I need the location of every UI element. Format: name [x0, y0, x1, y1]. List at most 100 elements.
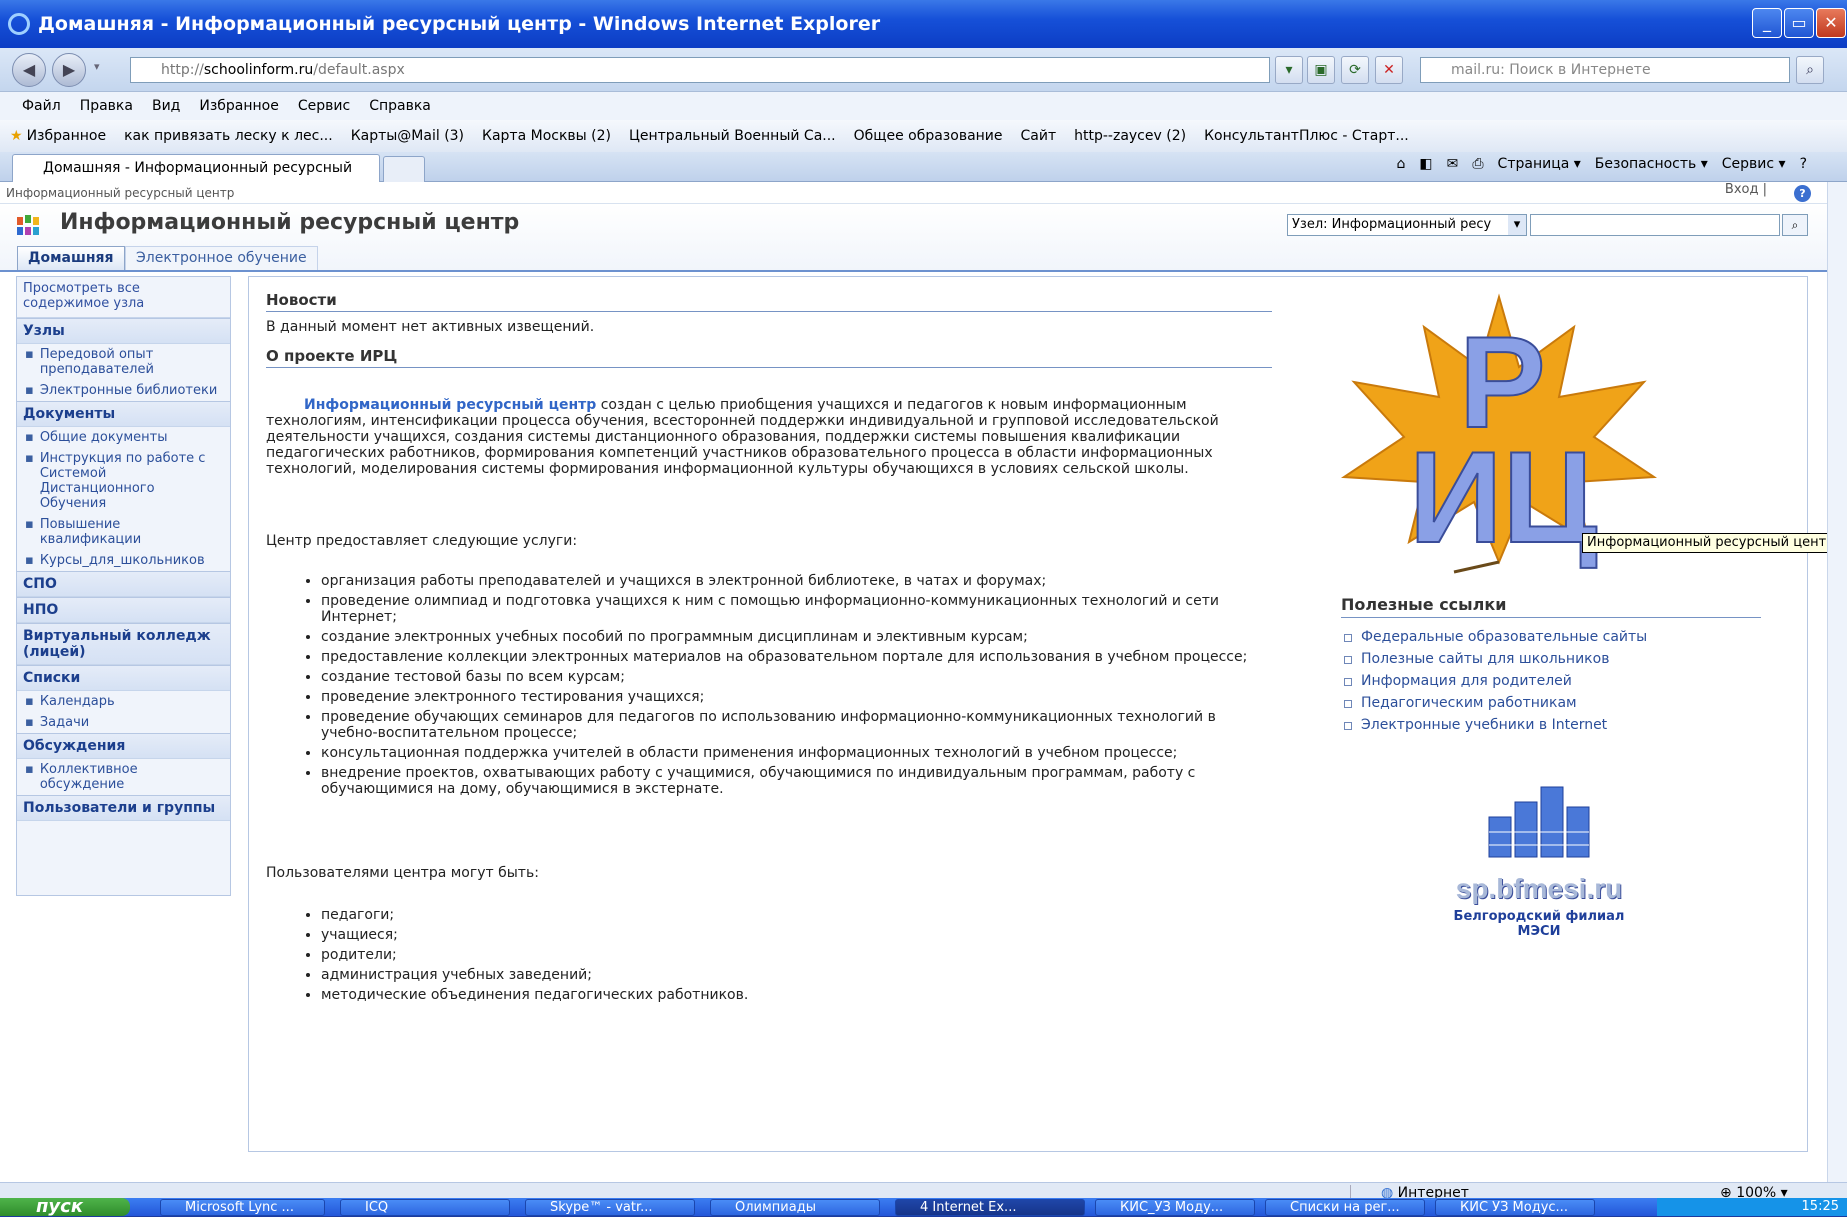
list-item: проведение электронного тестирования уча… [321, 689, 1266, 705]
taskbar-item[interactable]: КИС_УЗ Моду... [1095, 1199, 1255, 1216]
help-icon[interactable]: ? [1794, 185, 1811, 202]
ql-header-users-groups[interactable]: Пользователи и группы [17, 795, 230, 821]
about-paragraph: Информационный ресурсный центр создан с … [266, 397, 1276, 477]
favorites-button[interactable]: Избранное [27, 128, 107, 144]
maximize-button[interactable]: ▭ [1784, 8, 1814, 38]
view-all-content-link[interactable]: Просмотреть все содержимое узла [17, 277, 230, 318]
useful-links-heading: Полезные ссылки [1341, 595, 1761, 618]
ql-header-npo[interactable]: НПО [17, 597, 230, 623]
command-security[interactable]: Безопасность ▾ [1595, 156, 1708, 172]
menu-favorites[interactable]: Избранное [199, 98, 279, 114]
ql-header-virtual-college[interactable]: Виртуальный колледж (лицей) [17, 623, 230, 665]
tab-bar: Домашняя - Информационный ресурсный цент… [0, 152, 1847, 202]
ql-header-sites[interactable]: Узлы [17, 318, 230, 344]
search-icon[interactable]: ⌕ [1796, 56, 1824, 84]
start-button[interactable]: пуск [0, 1198, 130, 1216]
menu-view[interactable]: Вид [152, 98, 180, 114]
fav-item-1[interactable]: Карты@Mail (3) [351, 128, 464, 144]
main-content: Новости В данный момент нет активных изв… [248, 276, 1847, 1152]
breadcrumb[interactable]: Информационный ресурсный центр [0, 182, 1827, 204]
useful-link[interactable]: Федеральные образовательные сайты [1341, 626, 1761, 648]
site-search-input[interactable] [1530, 214, 1780, 236]
help-icon[interactable]: ? [1800, 156, 1807, 172]
ql-header-documents[interactable]: Документы [17, 401, 230, 427]
stop-icon[interactable]: ✕ [1375, 56, 1403, 84]
fav-item-7[interactable]: КонсультантПлюс - Старт... [1204, 128, 1409, 144]
ql-item[interactable]: ▪ Календарь [17, 691, 230, 712]
partner-url[interactable]: sp.bfmesi.ru [1434, 873, 1644, 905]
vertical-scrollbar[interactable] [1827, 182, 1847, 1182]
ql-header-discussions[interactable]: Обсуждения [17, 733, 230, 759]
list-item: учащиеся; [321, 927, 1266, 943]
ql-item[interactable]: ▪ Передовой опыт преподавателей [17, 344, 230, 380]
taskbar-item[interactable]: КИС УЗ Модус... [1435, 1199, 1595, 1216]
url-path: /default.aspx [313, 62, 405, 78]
ql-header-spo[interactable]: СПО [17, 571, 230, 597]
back-button[interactable]: ◀ [12, 53, 46, 87]
taskbar-item[interactable]: 4 Internet Ex... [895, 1199, 1085, 1216]
ql-item[interactable]: ▪ Задачи [17, 712, 230, 733]
forward-button[interactable]: ▶ [52, 53, 86, 87]
command-tools[interactable]: Сервис ▾ [1722, 156, 1786, 172]
list-item: родители; [321, 947, 1266, 963]
fav-item-4[interactable]: Общее образование [854, 128, 1003, 144]
site-search-button[interactable]: ⌕ [1782, 214, 1808, 236]
list-item: администрация учебных заведений; [321, 967, 1266, 983]
tab-home[interactable]: Домашняя - Информационный ресурсный цент… [12, 154, 380, 202]
feeds-icon[interactable]: ◧ [1419, 156, 1432, 172]
compat-view-icon[interactable]: ▣ [1307, 56, 1335, 84]
tab-e-learning[interactable]: Электронное обучение [125, 246, 318, 270]
taskbar-item[interactable]: ICQ [340, 1199, 510, 1216]
url-host: schoolinform.ru [203, 62, 314, 78]
dropdown-arrow-icon[interactable]: ▾ [1275, 56, 1303, 84]
useful-link[interactable]: Информация для родителей [1341, 670, 1761, 692]
mail-icon[interactable]: ✉ [1447, 156, 1459, 172]
partner-caption: Белгородский филиал МЭСИ [1434, 909, 1644, 939]
useful-link[interactable]: Полезные сайты для школьников [1341, 648, 1761, 670]
taskbar-item[interactable]: Skype™ - vatr... [525, 1199, 695, 1216]
new-tab-button[interactable] [383, 156, 425, 182]
ql-item[interactable]: ▪ Общие документы [17, 427, 230, 448]
useful-links: Полезные ссылки Федеральные образователь… [1341, 595, 1761, 736]
window-title-bar: Домашняя - Информационный ресурсный цент… [0, 0, 1847, 48]
ql-item[interactable]: ▪ Инструкция по работе с Системой Дистанц… [17, 448, 230, 514]
window-title: Домашняя - Информационный ресурсный цент… [38, 13, 881, 35]
history-dropdown-icon[interactable]: ▾ [94, 60, 100, 73]
clock[interactable]: 15:25 [1802, 1199, 1839, 1214]
minimize-button[interactable]: _ [1752, 8, 1782, 38]
command-page[interactable]: Страница ▾ [1498, 156, 1581, 172]
useful-link[interactable]: Педагогическим работникам [1341, 692, 1761, 714]
menu-edit[interactable]: Правка [80, 98, 133, 114]
menu-tools[interactable]: Сервис [298, 98, 350, 114]
search-scope-select[interactable]: Узел: Информационный ресу ▾ [1287, 214, 1527, 236]
ql-item[interactable]: ▪ Коллективное обсуждение [17, 759, 230, 795]
fav-item-5[interactable]: Сайт [1021, 128, 1057, 144]
fav-item-3[interactable]: Центральный Военный Са... [629, 128, 836, 144]
ql-item[interactable]: ▪ Повышение квалификации [17, 514, 230, 550]
ql-item-label: Передовой опыт преподавателей [39, 347, 154, 377]
fav-item-2[interactable]: Карта Москвы (2) [482, 128, 611, 144]
fav-item-6[interactable]: http--zaycev (2) [1074, 128, 1186, 144]
close-button[interactable]: ✕ [1816, 8, 1846, 38]
home-icon[interactable]: ⌂ [1396, 156, 1405, 172]
address-input[interactable]: http://schoolinform.ru/default.aspx [130, 57, 1270, 83]
menu-help[interactable]: Справка [369, 98, 431, 114]
fav-item-0[interactable]: как привязать леску к лес... [124, 128, 333, 144]
ql-item-label: Курсы_для_школьников [39, 553, 205, 568]
tab-home-site[interactable]: Домашняя [17, 246, 125, 270]
favorites-bar: ★ Избранное как привязать леску к лес...… [0, 120, 1847, 152]
taskbar-item[interactable]: Олимпиады [710, 1199, 880, 1216]
taskbar-item[interactable]: Списки на рег... [1265, 1199, 1425, 1216]
ql-header-lists[interactable]: Списки [17, 665, 230, 691]
login-link[interactable]: Вход | [1725, 182, 1767, 197]
useful-link[interactable]: Электронные учебники в Internet [1341, 714, 1761, 736]
list-item: создание электронных учебных пособий по … [321, 629, 1266, 645]
search-input[interactable]: mail.ru: Поиск в Интернете [1420, 57, 1790, 83]
ql-item[interactable]: ▪ Курсы_для_школьников [17, 550, 230, 571]
logo-letters-ic: ИЦ [1409, 424, 1597, 570]
taskbar-item[interactable]: Microsoft Lync ... [160, 1199, 325, 1216]
refresh-icon[interactable]: ⟳ [1341, 56, 1369, 84]
print-icon[interactable]: ⎙ [1472, 156, 1483, 172]
menu-file[interactable]: Файл [22, 98, 61, 114]
ql-item[interactable]: ▪ Электронные библиотеки [17, 380, 230, 401]
